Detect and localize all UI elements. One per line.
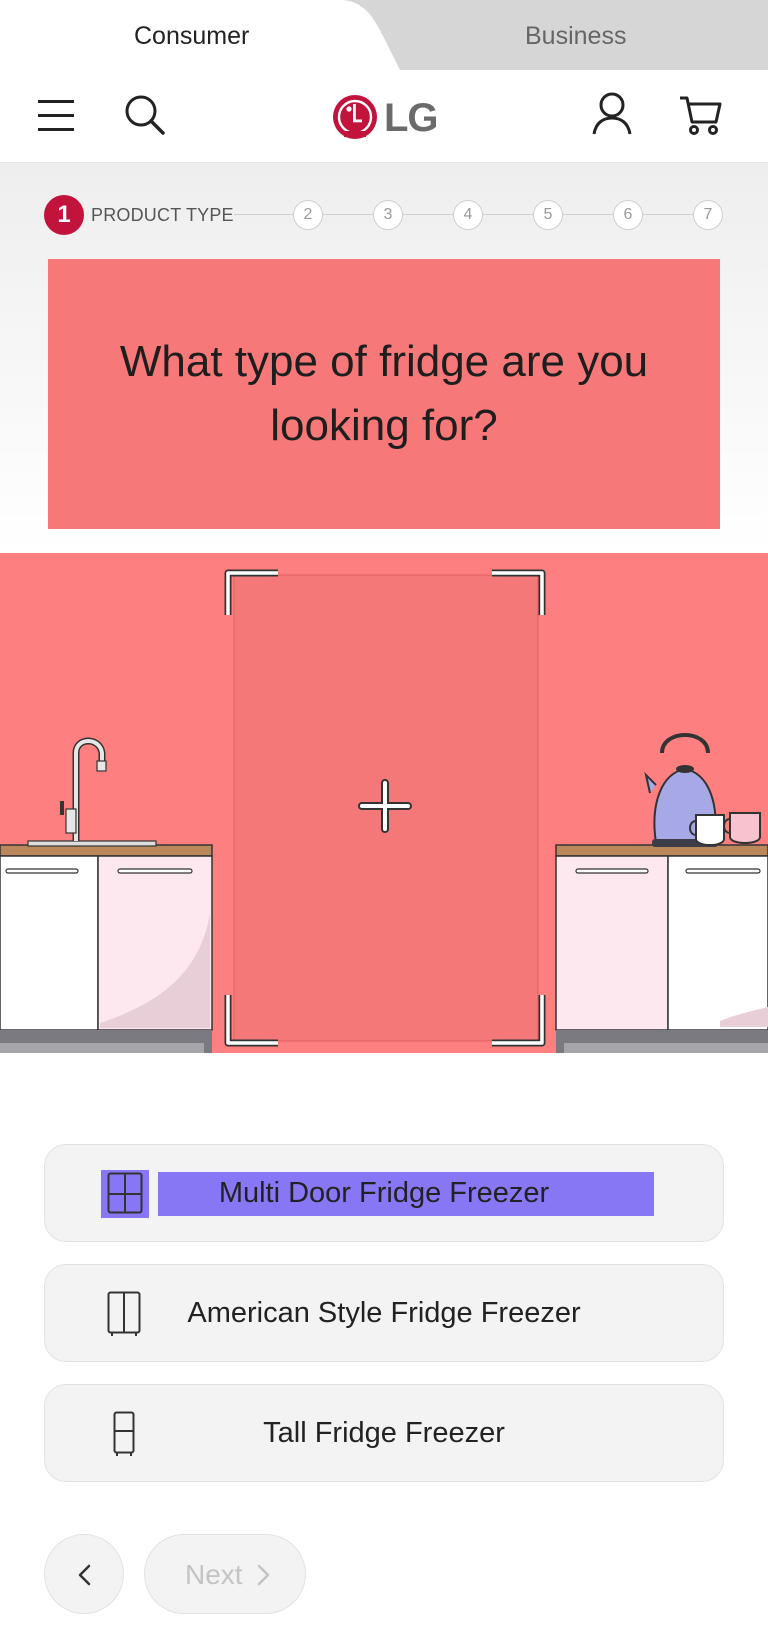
step-6: 6 [613, 200, 643, 230]
account-icon[interactable] [592, 92, 632, 136]
step-3: 3 [373, 200, 403, 230]
lg-logo-mark-icon [333, 95, 377, 139]
option-american-style[interactable]: American Style Fridge Freezer [44, 1264, 724, 1362]
segment-tabs: Consumer Business [0, 0, 768, 70]
menu-icon[interactable] [38, 98, 76, 134]
cart-icon[interactable] [678, 94, 722, 136]
lg-logo[interactable]: LG [332, 94, 442, 140]
progress-stepper: 1 PRODUCT TYPE 2 3 4 5 6 7 [44, 195, 724, 235]
step-4: 4 [453, 200, 483, 230]
next-button-label: Next [185, 1559, 243, 1590]
option-tall-fridge[interactable]: Tall Fridge Freezer [44, 1384, 724, 1482]
chevron-left-icon [78, 1564, 91, 1586]
tab-consumer-label: Consumer [134, 22, 250, 50]
step-2: 2 [293, 200, 323, 230]
tab-business[interactable]: Business [525, 22, 626, 51]
option-multi-door-label: Multi Door Fridge Freezer [218, 1177, 550, 1209]
logo-text: LG [384, 96, 439, 140]
question-title: What type of fridge are you looking for? [119, 337, 649, 450]
step-1-label: PRODUCT TYPE [91, 205, 234, 225]
chevron-right-icon [257, 1564, 270, 1586]
kitchen-illustration [0, 553, 768, 1053]
step-1-active: 1 [44, 195, 84, 235]
next-button[interactable]: Next [144, 1534, 306, 1614]
site-header: LG [0, 70, 768, 163]
fridge-slot[interactable] [224, 569, 546, 1047]
option-american-style-label: American Style Fridge Freezer [187, 1297, 581, 1329]
step-7: 7 [693, 200, 723, 230]
search-icon[interactable] [124, 94, 166, 136]
option-multi-door[interactable]: Multi Door Fridge Freezer [44, 1144, 724, 1242]
question-banner: What type of fridge are you looking for? [48, 259, 720, 529]
option-tall-fridge-label: Tall Fridge Freezer [263, 1417, 505, 1449]
back-button[interactable] [44, 1534, 124, 1614]
step-5: 5 [533, 200, 563, 230]
